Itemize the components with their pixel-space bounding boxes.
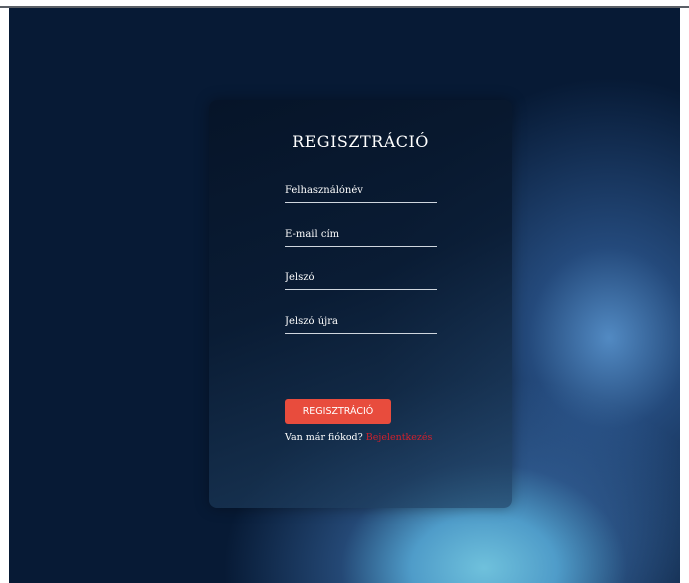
page-title: REGISZTRÁCIÓ [292,132,429,151]
login-prompt: Van már fiókod? Bejelentkezés [285,432,432,443]
password-confirm-field-wrapper [285,311,437,334]
username-input[interactable] [285,180,437,200]
register-card: REGISZTRÁCIÓ REGISZTRÁCIÓ Van már fiókod… [209,100,512,508]
password-confirm-input[interactable] [285,311,437,331]
page-background: REGISZTRÁCIÓ REGISZTRÁCIÓ Van már fiókod… [9,8,680,583]
register-button[interactable]: REGISZTRÁCIÓ [285,399,391,424]
email-field-wrapper [285,224,437,247]
login-prompt-text: Van már fiókod? [285,432,363,443]
login-link[interactable]: Bejelentkezés [366,432,433,443]
email-input[interactable] [285,224,437,244]
password-input[interactable] [285,267,437,287]
password-field-wrapper [285,267,437,290]
username-field-wrapper [285,180,437,203]
